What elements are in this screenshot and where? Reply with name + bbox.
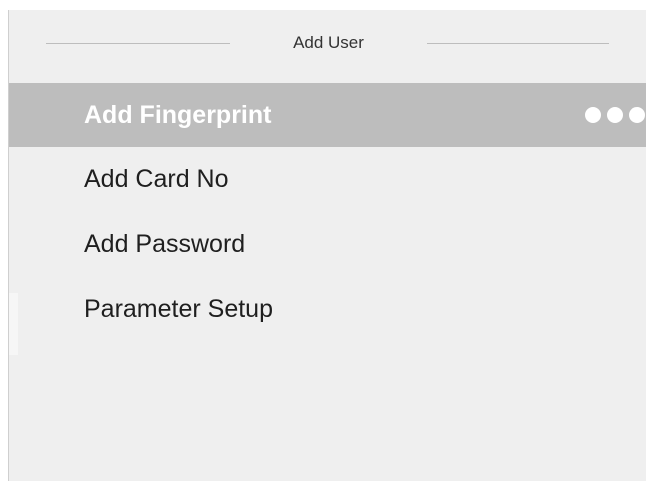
menu-item-label: Parameter Setup — [84, 295, 273, 323]
menu-item-add-card-no[interactable]: Add Card No — [9, 147, 646, 212]
panel-header: Add User — [9, 10, 646, 83]
menu-item-label: Add Password — [84, 230, 246, 258]
dot-icon — [629, 107, 645, 123]
panel-title: Add User — [293, 33, 364, 52]
add-user-menu: Add Fingerprint Add Card No Add Password… — [9, 83, 646, 342]
menu-item-add-password[interactable]: Add Password — [9, 212, 646, 277]
three-dots-icon — [585, 107, 645, 123]
menu-item-parameter-setup[interactable]: Parameter Setup — [9, 277, 646, 342]
dot-icon — [585, 107, 601, 123]
menu-item-add-fingerprint[interactable]: Add Fingerprint — [9, 83, 646, 147]
menu-item-label: Add Fingerprint — [84, 100, 272, 129]
header-divider-left — [46, 43, 230, 44]
add-user-panel: Add User Add Fingerprint Add Card No Add… — [8, 10, 646, 481]
menu-item-label: Add Card No — [84, 165, 229, 193]
dot-icon — [607, 107, 623, 123]
header-divider-right — [427, 43, 609, 44]
